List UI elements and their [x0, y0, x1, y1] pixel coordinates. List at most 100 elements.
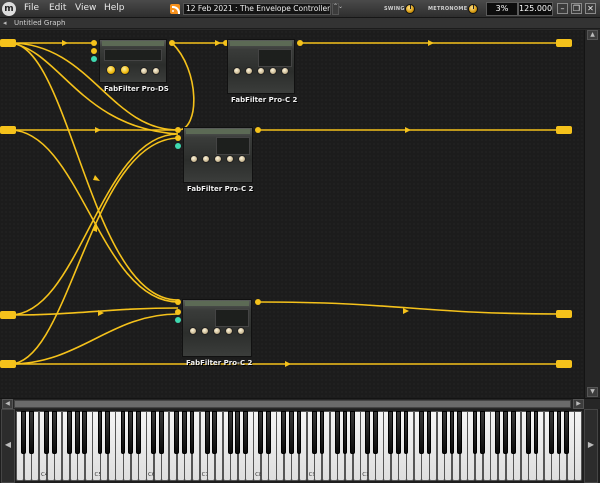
arrow-5 [405, 127, 411, 133]
black-key[interactable] [472, 411, 478, 454]
black-key[interactable] [365, 411, 371, 454]
rss-icon[interactable] [170, 4, 180, 14]
black-key[interactable] [457, 411, 462, 454]
plugin-thumbnail[interactable] [99, 39, 167, 83]
plugin-proc2-bottom[interactable] [182, 299, 252, 357]
black-key[interactable] [151, 411, 157, 454]
pin-prods-midi [91, 56, 97, 62]
wire-in2-proc2c [9, 129, 179, 303]
black-key[interactable] [281, 411, 287, 454]
keyboard-scroll-right-button[interactable]: ▶ [584, 409, 598, 483]
plugin-prods[interactable] [99, 39, 167, 83]
menu-help[interactable]: Help [104, 3, 125, 13]
scroll-left-button[interactable]: ◀ [2, 399, 13, 409]
news-scroll-button[interactable]: ⌃⌄ [332, 3, 343, 15]
scroll-right-button[interactable]: ▶ [573, 399, 584, 409]
horizontal-scroll-thumb[interactable] [14, 400, 571, 408]
metronome-label: METRONOME [428, 6, 468, 12]
black-key[interactable] [495, 411, 501, 454]
keyboard-scroll-left-button[interactable]: ◀ [1, 409, 15, 483]
news-headline[interactable]: 12 Feb 2021 : The Envelope Controller [183, 3, 331, 15]
plugin-thumbnail[interactable] [227, 39, 295, 94]
graph-canvas[interactable]: FabFilter Pro-DS FabFilter Pro-C 2 FabFi… [0, 30, 584, 398]
plugin-proc2-mid[interactable] [183, 127, 253, 183]
black-key[interactable] [350, 411, 355, 454]
restore-button[interactable]: ❐ [571, 3, 582, 14]
menu-view[interactable]: View [75, 3, 96, 13]
swing-knob-icon[interactable] [405, 4, 415, 14]
black-key[interactable] [533, 411, 539, 454]
black-key[interactable] [74, 411, 80, 454]
plugin-name-proc2-bottom[interactable]: FabFilter Pro-C 2 [186, 359, 252, 367]
black-key[interactable] [128, 411, 134, 454]
black-key[interactable] [189, 411, 195, 454]
app-logo-icon[interactable]: m [2, 2, 16, 16]
black-key[interactable] [44, 411, 49, 454]
pin-prods-in-2 [91, 48, 97, 54]
black-key[interactable] [136, 411, 141, 454]
plugin-name-proc2-top[interactable]: FabFilter Pro-C 2 [231, 96, 297, 104]
black-key[interactable] [212, 411, 218, 454]
black-key[interactable] [403, 411, 409, 454]
piano-keys[interactable]: C4C5C6C7C8C9C10 [16, 411, 583, 481]
arrow-1 [62, 40, 68, 46]
close-button[interactable]: ✕ [585, 3, 596, 14]
black-key[interactable] [396, 411, 401, 454]
swing-readout[interactable]: 3% [486, 2, 518, 16]
black-key[interactable] [441, 411, 447, 454]
graph-title[interactable]: Untitled Graph [14, 19, 65, 27]
black-key[interactable] [82, 411, 88, 454]
black-key[interactable] [296, 411, 302, 454]
scroll-down-button[interactable]: ▼ [587, 387, 598, 397]
scroll-up-button[interactable]: ▲ [587, 30, 598, 40]
black-key[interactable] [28, 411, 34, 454]
black-key[interactable] [419, 411, 424, 454]
vertical-scrollbar[interactable]: ▲ ▼ [584, 30, 600, 398]
black-key[interactable] [266, 411, 271, 454]
black-key[interactable] [204, 411, 210, 454]
black-key[interactable] [388, 411, 394, 454]
black-key[interactable] [51, 411, 57, 454]
white-key[interactable] [574, 411, 583, 481]
black-key[interactable] [258, 411, 264, 454]
black-key[interactable] [526, 411, 531, 454]
black-key[interactable] [174, 411, 179, 454]
black-key[interactable] [21, 411, 26, 454]
black-key[interactable] [342, 411, 348, 454]
tempo-readout[interactable]: 125.000 [518, 2, 553, 16]
plugin-thumbnail[interactable] [183, 127, 253, 183]
black-key[interactable] [288, 411, 294, 454]
minimize-button[interactable]: – [557, 3, 568, 14]
plugin-name-prods[interactable]: FabFilter Pro-DS [104, 85, 169, 93]
black-key[interactable] [449, 411, 455, 454]
black-key[interactable] [311, 411, 317, 454]
black-key[interactable] [158, 411, 164, 454]
collapse-arrow-icon[interactable]: ◂ [3, 19, 7, 27]
plugin-name-proc2-mid[interactable]: FabFilter Pro-C 2 [187, 185, 253, 193]
black-key[interactable] [556, 411, 562, 454]
black-key[interactable] [97, 411, 103, 454]
black-key[interactable] [319, 411, 325, 454]
black-key[interactable] [564, 411, 570, 454]
black-key[interactable] [480, 411, 485, 454]
black-key[interactable] [510, 411, 516, 454]
wire-in3-proc2c [9, 307, 179, 316]
black-key[interactable] [120, 411, 126, 454]
black-key[interactable] [503, 411, 508, 454]
black-key[interactable] [181, 411, 187, 454]
menu-file[interactable]: File [24, 3, 39, 13]
black-key[interactable] [549, 411, 554, 454]
black-key[interactable] [105, 411, 111, 454]
horizontal-scrollbar[interactable]: ◀ ▶ [0, 398, 600, 409]
black-key[interactable] [334, 411, 340, 454]
black-key[interactable] [243, 411, 248, 454]
black-key[interactable] [426, 411, 432, 454]
black-key[interactable] [67, 411, 72, 454]
plugin-thumbnail[interactable] [182, 299, 252, 357]
plugin-proc2-top[interactable] [227, 39, 295, 94]
black-key[interactable] [227, 411, 233, 454]
black-key[interactable] [235, 411, 241, 454]
metronome-knob-icon[interactable] [468, 4, 478, 14]
menu-edit[interactable]: Edit [49, 3, 66, 13]
black-key[interactable] [373, 411, 378, 454]
